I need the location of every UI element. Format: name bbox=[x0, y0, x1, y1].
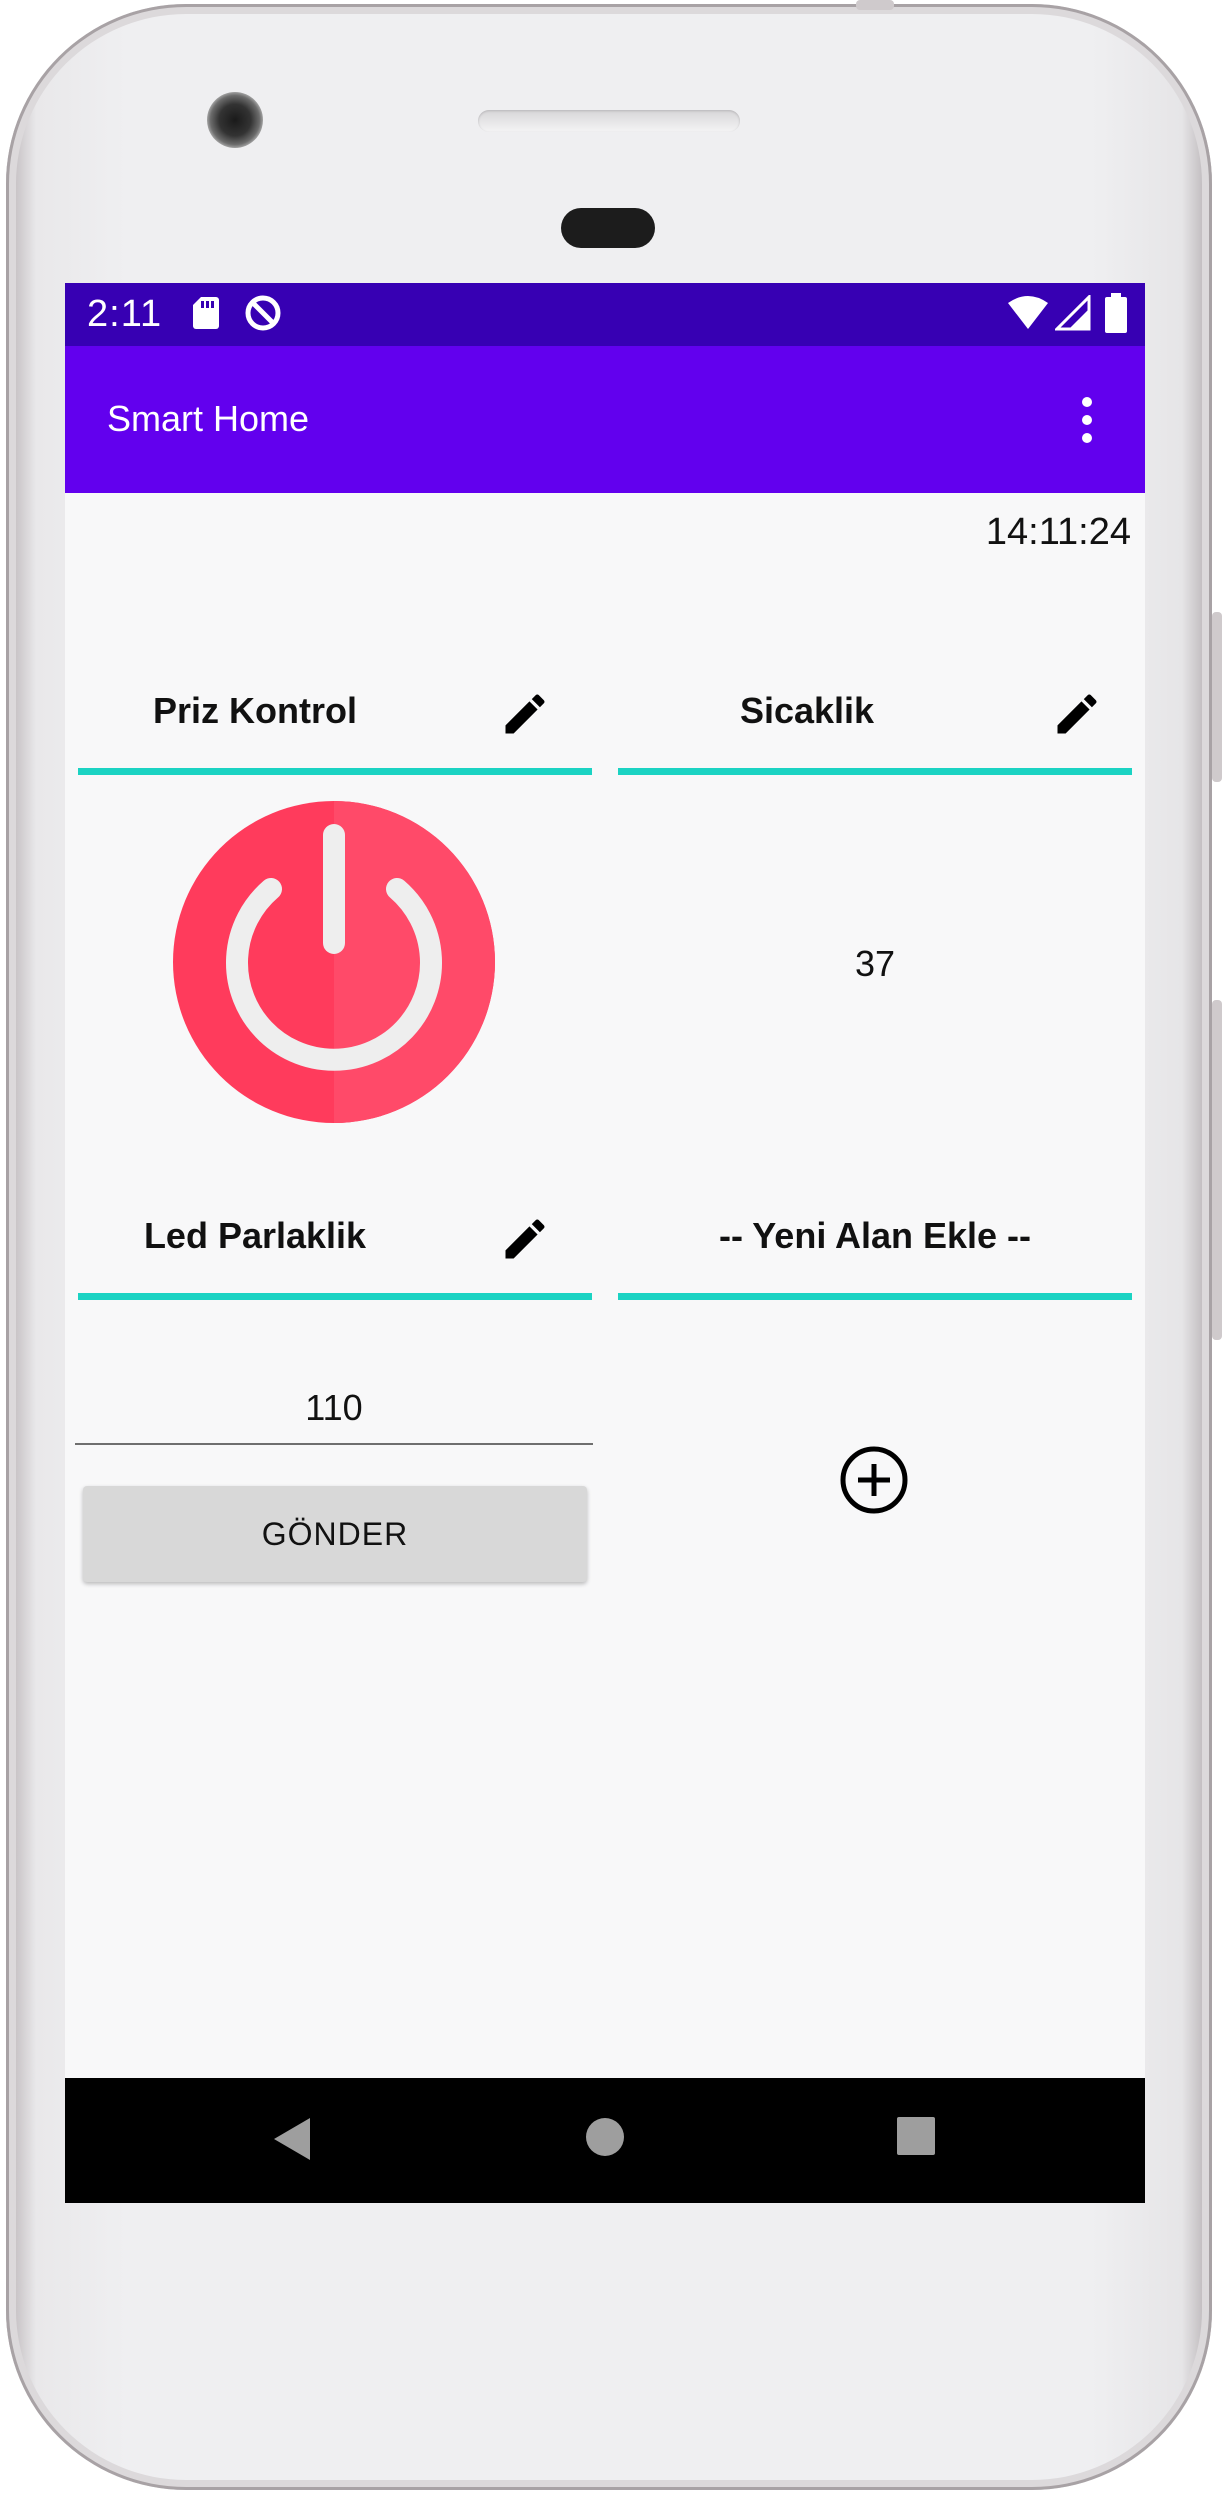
led-divider bbox=[78, 1293, 592, 1300]
led-brightness-input[interactable] bbox=[75, 1373, 593, 1445]
new-field-divider bbox=[618, 1293, 1132, 1300]
data-saver-icon bbox=[245, 295, 281, 331]
temperature-divider bbox=[618, 768, 1132, 775]
led-panel-header: Led Parlaklik bbox=[65, 1185, 581, 1295]
screen: 2:11 Smart Home 14:11:24 Priz Kontrol Si… bbox=[65, 283, 1145, 2203]
proximity-sensor bbox=[561, 208, 655, 248]
wifi-icon bbox=[1008, 296, 1048, 329]
temperature-value: 37 bbox=[854, 943, 896, 984]
add-circle-icon[interactable] bbox=[838, 1444, 910, 1516]
power-icon[interactable] bbox=[173, 801, 495, 1123]
front-camera bbox=[207, 92, 263, 148]
earpiece-speaker bbox=[478, 110, 740, 132]
status-bar: 2:11 bbox=[65, 283, 1145, 346]
battery-icon bbox=[1105, 293, 1127, 333]
new-field-panel-header: -- Yeni Alan Ekle -- bbox=[617, 1185, 1133, 1295]
recents-icon[interactable] bbox=[896, 2116, 936, 2156]
status-time: 2:11 bbox=[87, 293, 163, 335]
temperature-panel-header: Sicaklik bbox=[617, 660, 1133, 770]
sd-card-icon bbox=[193, 297, 219, 329]
phone-power-button bbox=[1212, 612, 1222, 782]
back-icon[interactable] bbox=[272, 2116, 312, 2162]
pencil-icon[interactable] bbox=[499, 688, 551, 740]
pencil-icon[interactable] bbox=[1051, 688, 1103, 740]
socket-divider bbox=[78, 768, 592, 775]
temperature-panel-title: Sicaklik bbox=[739, 690, 875, 731]
led-panel-title: Led Parlaklik bbox=[143, 1215, 367, 1256]
pencil-icon[interactable] bbox=[499, 1213, 551, 1265]
clock-text: 14:11:24 bbox=[985, 511, 1131, 553]
phone-top-button bbox=[856, 0, 894, 10]
app-title: Smart Home bbox=[107, 398, 310, 439]
socket-panel-title: Priz Kontrol bbox=[153, 690, 357, 731]
phone-volume-button bbox=[1212, 1000, 1222, 1340]
send-button[interactable]: GÖNDER bbox=[83, 1486, 587, 1582]
signal-icon bbox=[1055, 295, 1091, 331]
navigation-bar bbox=[65, 2078, 1145, 2203]
app-bar: Smart Home bbox=[65, 346, 1145, 493]
overflow-menu-icon[interactable] bbox=[1077, 396, 1097, 444]
home-icon[interactable] bbox=[584, 2116, 626, 2158]
socket-panel-header: Priz Kontrol bbox=[65, 660, 581, 770]
new-field-panel-title: -- Yeni Alan Ekle -- bbox=[718, 1215, 1032, 1256]
